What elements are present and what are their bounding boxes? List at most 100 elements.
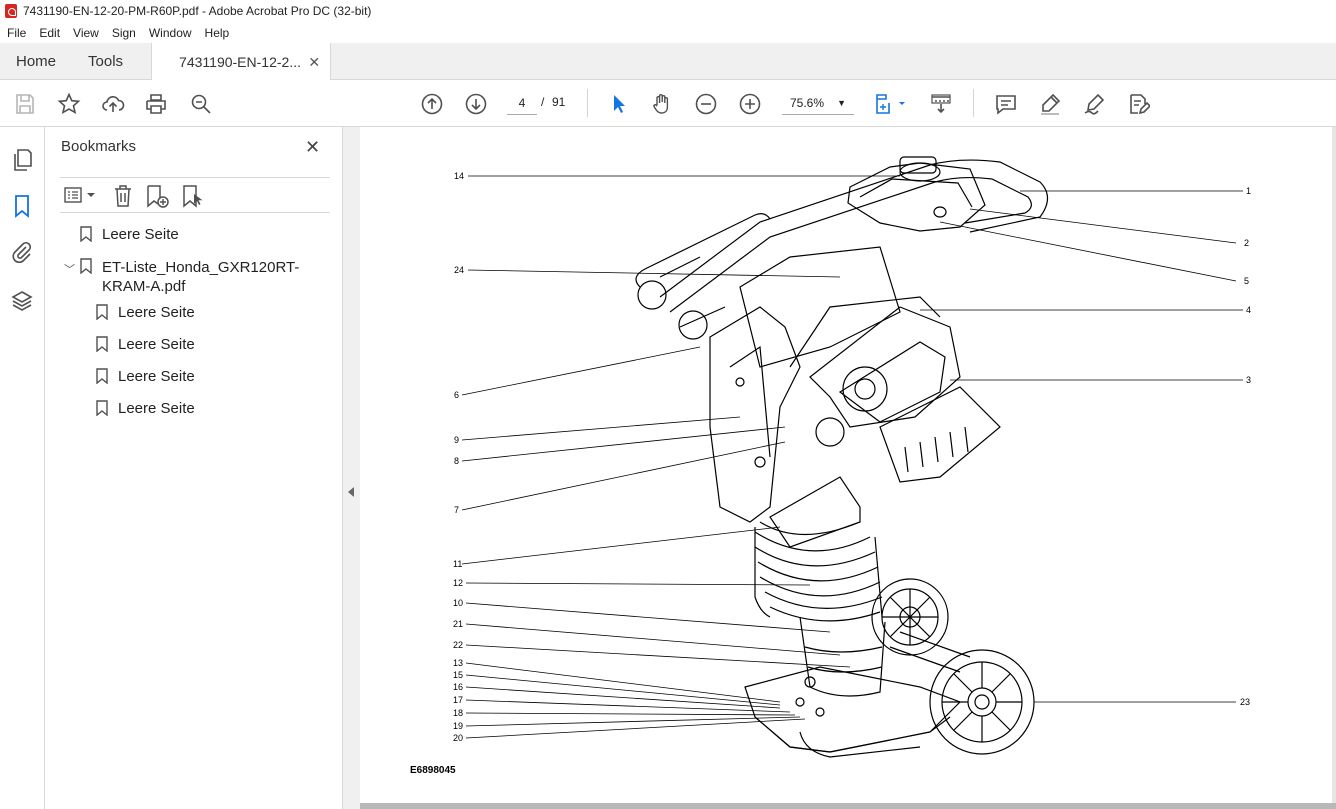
callout-label: 20 (453, 733, 463, 743)
document-view[interactable]: 14 24 6 9 8 7 11 12 10 21 22 13 15 16 17… (360, 127, 1336, 809)
find-zoom-icon[interactable] (188, 91, 214, 117)
panel-splitter[interactable] (343, 127, 360, 809)
page-number-input[interactable]: 4 (507, 91, 537, 115)
bookmark-label: Leere Seite (118, 336, 195, 353)
menu-sign[interactable]: Sign (105, 26, 142, 40)
attachments-icon[interactable] (10, 240, 34, 264)
page-thumbnails-icon[interactable] (10, 148, 34, 172)
left-navigation-rail (0, 127, 45, 809)
callout-label: 8 (454, 456, 459, 466)
callout-label: 10 (453, 598, 463, 608)
list-item[interactable]: Leere Seite (60, 365, 335, 397)
callout-label: 4 (1246, 305, 1251, 315)
main-toolbar: 4 / 91 75.6% ▼ (0, 80, 1336, 127)
close-icon[interactable]: ✕ (305, 137, 320, 158)
bookmark-flag-icon (96, 336, 108, 352)
scroll-mode-icon[interactable] (928, 91, 954, 117)
callout-label: 11 (453, 559, 462, 569)
callout-label: 1 (1246, 186, 1251, 196)
star-bookmark-icon[interactable] (56, 91, 82, 117)
menu-edit[interactable]: Edit (32, 26, 66, 40)
menu-file[interactable]: File (0, 26, 32, 40)
callout-label: 13 (453, 658, 463, 668)
comment-icon[interactable] (993, 91, 1019, 117)
tab-home[interactable]: Home (0, 43, 72, 79)
draw-sign-icon[interactable] (1081, 91, 1107, 117)
bookmark-flag-icon (96, 368, 108, 384)
bookmark-flag-icon (96, 304, 108, 320)
tab-document-label: 7431190-EN-12-2... (179, 54, 301, 70)
bookmarks-panel-title: Bookmarks (61, 138, 137, 155)
horizontal-scrollbar[interactable] (360, 803, 1336, 809)
callout-label: 9 (454, 435, 459, 445)
collapse-panel-icon[interactable] (348, 487, 354, 497)
callout-label: 3 (1246, 375, 1251, 385)
bookmark-label: Leere Seite (118, 400, 195, 417)
menu-bar: File Edit View Sign Window Help (0, 22, 1336, 43)
delete-bookmark-icon[interactable] (112, 184, 134, 208)
fill-sign-icon[interactable] (1125, 91, 1151, 117)
bookmark-options-icon[interactable] (63, 185, 97, 207)
callout-label: 5 (1244, 276, 1249, 286)
chevron-down-icon[interactable]: ﹀ (64, 258, 78, 277)
layers-icon[interactable] (10, 289, 34, 313)
bookmark-flag-icon (80, 226, 92, 242)
bookmark-label: Leere Seite (118, 368, 195, 385)
hand-tool-icon[interactable] (649, 91, 675, 117)
rammer-illustration (635, 156, 1049, 758)
select-cursor-icon[interactable] (606, 91, 632, 117)
zoom-out-icon[interactable] (693, 91, 719, 117)
previous-page-icon[interactable] (419, 91, 445, 117)
zoom-in-icon[interactable] (737, 91, 763, 117)
callout-label: 24 (454, 265, 464, 275)
list-item[interactable]: Leere Seite (60, 333, 335, 365)
list-item[interactable]: Leere Seite (60, 301, 335, 333)
callout-label: 15 (453, 670, 463, 680)
bookmarks-toolbar (60, 177, 330, 213)
callout-label: 21 (453, 619, 463, 629)
upload-cloud-icon[interactable] (100, 91, 126, 117)
page-separator: / (541, 95, 545, 109)
bookmark-flag-icon (96, 400, 108, 416)
highlight-pen-icon[interactable] (1037, 91, 1063, 117)
list-item[interactable]: ﹀ ET-Liste_Honda_GXR120RT-KRAM-A.pdf (60, 255, 335, 301)
new-bookmark-icon[interactable] (144, 184, 170, 208)
callout-label: 19 (453, 721, 463, 731)
callout-label: 18 (453, 708, 463, 718)
toolbar-divider (973, 89, 974, 117)
bookmark-flag-icon (80, 258, 92, 274)
zoom-level-value: 75.6% (790, 96, 825, 110)
callout-numbers: 14 24 6 9 8 7 11 12 10 21 22 13 15 16 17… (453, 171, 1251, 743)
tab-document[interactable]: 7431190-EN-12-2... ✕ (151, 43, 332, 81)
callout-label: 2 (1244, 238, 1249, 248)
title-bar: 7431190-EN-12-20-PM-R60P.pdf - Adobe Acr… (0, 0, 1336, 22)
acrobat-pdf-icon (5, 4, 17, 18)
callout-label: 16 (453, 682, 463, 692)
chevron-down-icon: ▼ (837, 98, 846, 108)
callout-label: 7 (454, 505, 459, 515)
bookmark-list: Leere Seite ﹀ ET-Liste_Honda_GXR120RT-KR… (60, 223, 335, 429)
page-fit-icon[interactable] (873, 91, 909, 117)
window-title: 7431190-EN-12-20-PM-R60P.pdf - Adobe Acr… (23, 4, 372, 18)
next-page-icon[interactable] (463, 91, 489, 117)
list-item[interactable]: Leere Seite (60, 397, 335, 429)
zoom-level-select[interactable]: 75.6% ▼ (782, 91, 854, 115)
bookmark-from-selection-icon[interactable] (180, 184, 206, 208)
menu-view[interactable]: View (66, 26, 105, 40)
save-icon[interactable] (12, 91, 38, 117)
print-icon[interactable] (143, 91, 169, 117)
callout-label: 12 (453, 578, 463, 588)
bookmark-label: ET-Liste_Honda_GXR120RT-KRAM-A.pdf (102, 259, 300, 295)
vertical-scrollbar[interactable] (1332, 127, 1336, 809)
tab-tools[interactable]: Tools (72, 43, 139, 79)
bookmarks-panel: Bookmarks ✕ Leere Seite ﹀ ET-Liste_Honda… (45, 127, 343, 809)
menu-help[interactable]: Help (198, 26, 236, 40)
list-item[interactable]: Leere Seite (60, 223, 335, 255)
callout-lines (461, 175, 1243, 739)
bookmarks-icon[interactable] (10, 194, 34, 218)
tab-close-icon[interactable]: ✕ (308, 54, 320, 71)
toolbar-divider (587, 89, 588, 117)
bookmark-label: Leere Seite (118, 304, 195, 321)
menu-window[interactable]: Window (142, 26, 198, 40)
figure-code: E6898045 (410, 765, 456, 776)
